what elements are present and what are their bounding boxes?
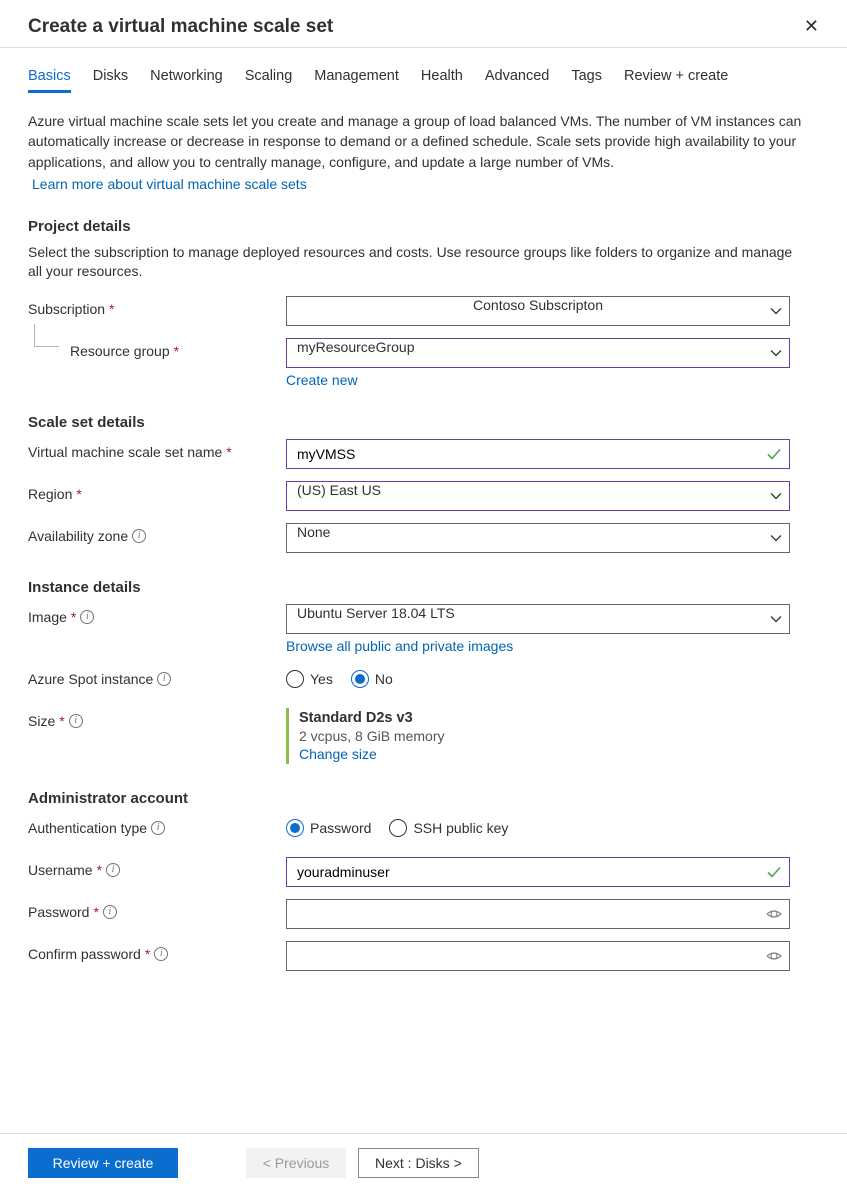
username-input[interactable]: [286, 857, 790, 887]
tab-advanced[interactable]: Advanced: [485, 68, 550, 93]
auth-radio-group: Password SSH public key: [286, 815, 790, 837]
footer: Review + create < Previous Next : Disks …: [0, 1133, 847, 1192]
radio-icon: [351, 670, 369, 688]
auth-type-label: Authentication type i: [28, 815, 286, 836]
auth-password-radio[interactable]: Password: [286, 819, 371, 837]
info-icon[interactable]: i: [154, 947, 168, 961]
browse-images-link[interactable]: Browse all public and private images: [286, 638, 513, 654]
spot-no-radio[interactable]: No: [351, 670, 393, 688]
size-display: Standard D2s v3 2 vcpus, 8 GiB memory Ch…: [286, 708, 790, 764]
radio-icon: [286, 819, 304, 837]
required-icon: *: [226, 444, 231, 460]
vmss-name-input[interactable]: [286, 439, 790, 469]
image-label: Image * i: [28, 604, 286, 625]
section-project-title: Project details: [28, 218, 819, 235]
intro-text: Azure virtual machine scale sets let you…: [28, 111, 808, 172]
required-icon: *: [71, 609, 76, 625]
info-icon[interactable]: i: [157, 672, 171, 686]
vmss-name-label: Virtual machine scale set name *: [28, 439, 286, 460]
previous-button: < Previous: [246, 1148, 346, 1178]
content: Basics Disks Networking Scaling Manageme…: [0, 48, 847, 993]
info-icon[interactable]: i: [80, 610, 94, 624]
region-select[interactable]: (US) East US: [286, 481, 790, 511]
close-icon[interactable]: ✕: [796, 12, 827, 41]
review-create-button[interactable]: Review + create: [28, 1148, 178, 1178]
tab-networking[interactable]: Networking: [150, 68, 223, 93]
tab-disks[interactable]: Disks: [93, 68, 128, 93]
auth-ssh-radio[interactable]: SSH public key: [389, 819, 508, 837]
required-icon: *: [93, 904, 98, 920]
size-spec: 2 vcpus, 8 GiB memory: [299, 728, 790, 744]
subscription-label: Subscription *: [28, 296, 286, 317]
tab-bar: Basics Disks Networking Scaling Manageme…: [28, 68, 819, 93]
tab-health[interactable]: Health: [421, 68, 463, 93]
required-icon: *: [97, 862, 102, 878]
change-size-link[interactable]: Change size: [299, 746, 377, 762]
required-icon: *: [76, 486, 81, 502]
section-instance-title: Instance details: [28, 579, 819, 596]
password-label: Password * i: [28, 899, 286, 920]
size-label: Size * i: [28, 708, 286, 729]
create-new-link[interactable]: Create new: [286, 372, 358, 388]
required-icon: *: [174, 343, 179, 359]
tab-tags[interactable]: Tags: [571, 68, 602, 93]
tab-review[interactable]: Review + create: [624, 68, 728, 93]
info-icon[interactable]: i: [151, 821, 165, 835]
size-name: Standard D2s v3: [299, 710, 790, 726]
page-title: Create a virtual machine scale set: [28, 16, 333, 38]
password-input[interactable]: [286, 899, 790, 929]
radio-icon: [286, 670, 304, 688]
check-icon: [766, 864, 782, 880]
availability-zone-select[interactable]: None: [286, 523, 790, 553]
confirm-password-label: Confirm password * i: [28, 941, 286, 962]
section-scaleset-title: Scale set details: [28, 414, 819, 431]
info-icon[interactable]: i: [106, 863, 120, 877]
spot-instance-label: Azure Spot instance i: [28, 666, 286, 687]
info-icon[interactable]: i: [103, 905, 117, 919]
section-admin-title: Administrator account: [28, 790, 819, 807]
next-button[interactable]: Next : Disks >: [358, 1148, 479, 1178]
radio-icon: [389, 819, 407, 837]
info-icon[interactable]: i: [69, 714, 83, 728]
check-icon: [766, 446, 782, 462]
required-icon: *: [109, 301, 114, 317]
resource-group-select[interactable]: myResourceGroup: [286, 338, 790, 368]
confirm-password-input[interactable]: [286, 941, 790, 971]
region-label: Region *: [28, 481, 286, 502]
section-project-desc: Select the subscription to manage deploy…: [28, 243, 808, 282]
resource-group-label: Resource group *: [28, 338, 286, 359]
subscription-select[interactable]: Contoso Subscripton: [286, 296, 790, 326]
learn-more-link[interactable]: Learn more about virtual machine scale s…: [32, 176, 307, 192]
required-icon: *: [145, 946, 150, 962]
eye-icon[interactable]: [766, 948, 782, 964]
info-icon[interactable]: i: [132, 529, 146, 543]
panel-header: Create a virtual machine scale set ✕: [0, 0, 847, 48]
availability-zone-label: Availability zone i: [28, 523, 286, 544]
tab-basics[interactable]: Basics: [28, 68, 71, 93]
spot-radio-group: Yes No: [286, 666, 790, 688]
tab-management[interactable]: Management: [314, 68, 399, 93]
eye-icon[interactable]: [766, 906, 782, 922]
tab-scaling[interactable]: Scaling: [245, 68, 293, 93]
username-label: Username * i: [28, 857, 286, 878]
image-select[interactable]: Ubuntu Server 18.04 LTS: [286, 604, 790, 634]
required-icon: *: [59, 713, 64, 729]
spot-yes-radio[interactable]: Yes: [286, 670, 333, 688]
